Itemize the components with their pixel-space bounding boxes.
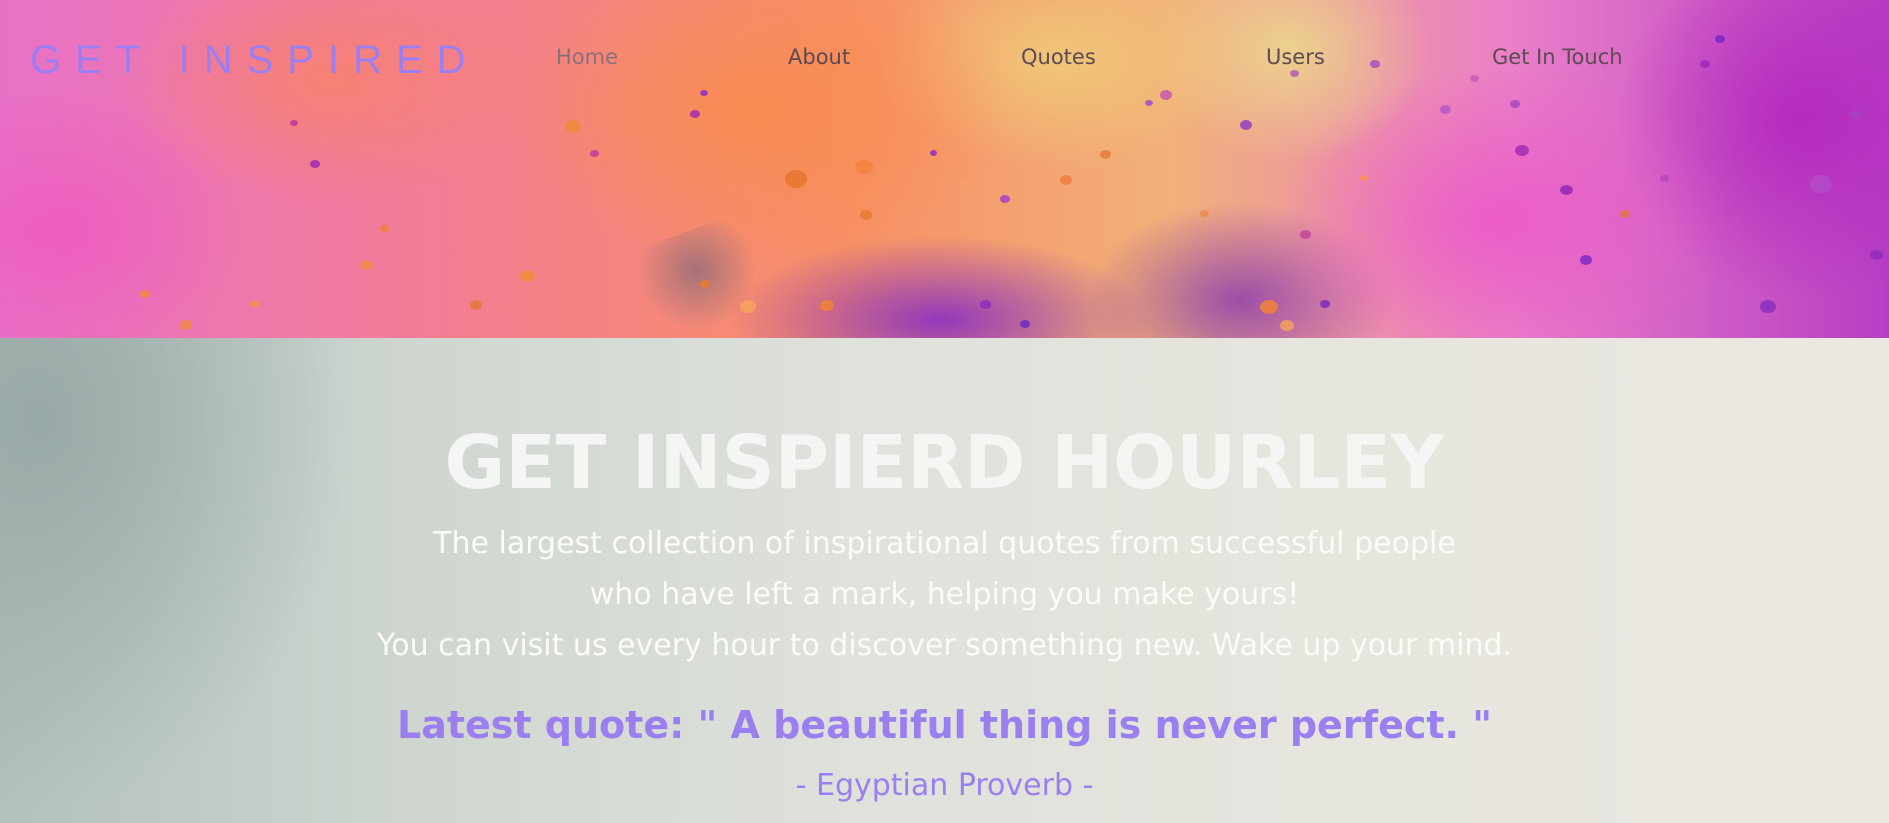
powder-speck [180,320,192,330]
powder-speck [1580,255,1592,265]
powder-speck [290,120,298,126]
powder-speck [1100,150,1111,159]
powder-speck [1260,300,1278,314]
quote-author: - Egyptian Proverb - [795,768,1094,803]
powder-speck [310,160,320,168]
powder-speck [740,300,756,313]
powder-speck [1700,60,1710,68]
powder-speck [690,110,700,118]
powder-speck [1280,320,1294,331]
page-headline: GET INSPIERD HOURLEY [444,420,1445,506]
powder-speck [1515,145,1529,156]
powder-speck [1510,100,1520,108]
powder-speck [860,210,872,220]
powder-speck [1020,320,1030,328]
powder-speck [1850,110,1861,119]
nav-home[interactable]: Home [556,45,618,69]
powder-speck [1715,35,1725,43]
page: GET INSPIRED Home About Quotes Users Get… [0,0,1889,823]
powder-speck [250,300,260,308]
powder-speck [785,170,807,188]
powder-speck [1060,175,1072,185]
nav-about[interactable]: About [788,45,850,69]
powder-speck [1440,105,1451,114]
powder-speck [1360,175,1368,181]
site-logo[interactable]: GET INSPIRED [30,38,480,83]
powder-speck [1240,120,1252,130]
powder-speck [140,290,150,298]
powder-speck [1160,90,1172,100]
nav-get-in-touch[interactable]: Get In Touch [1492,45,1623,69]
powder-speck [1320,300,1330,308]
nav-users[interactable]: Users [1266,45,1325,69]
powder-speck [520,270,535,282]
powder-speck [1145,100,1153,106]
powder-speck [380,225,389,232]
intro-section: GET INSPIERD HOURLEY The largest collect… [0,338,1889,823]
banner-rock-decoration [626,212,774,338]
powder-speck [930,150,937,156]
powder-speck [960,180,969,187]
powder-speck [820,300,834,311]
powder-speck [1000,195,1010,203]
powder-speck [1620,210,1630,218]
powder-speck [700,280,710,288]
powder-speck [360,260,373,270]
powder-speck [1470,75,1479,82]
tagline-line-3: You can visit us every hour to discover … [376,628,1513,663]
powder-speck [1370,60,1380,68]
powder-speck [1660,175,1669,182]
powder-speck [1870,250,1883,260]
tagline-line-1: The largest collection of inspirational … [433,526,1456,561]
powder-speck [1290,70,1299,77]
powder-speck [855,160,873,174]
powder-speck [700,90,708,96]
powder-speck [1300,230,1311,239]
powder-speck [980,300,991,309]
latest-quote: Latest quote: " A beautiful thing is nev… [396,703,1492,747]
powder-speck [470,300,482,310]
hero-banner: GET INSPIRED Home About Quotes Users Get… [0,0,1889,338]
powder-speck [1200,210,1209,217]
powder-speck [590,150,599,157]
nav-quotes[interactable]: Quotes [1021,45,1096,69]
tagline-line-2: who have left a mark, helping you make y… [589,577,1300,612]
powder-speck [1760,300,1776,313]
powder-speck [1560,185,1573,195]
powder-speck [1810,175,1832,193]
powder-speck [565,120,581,133]
